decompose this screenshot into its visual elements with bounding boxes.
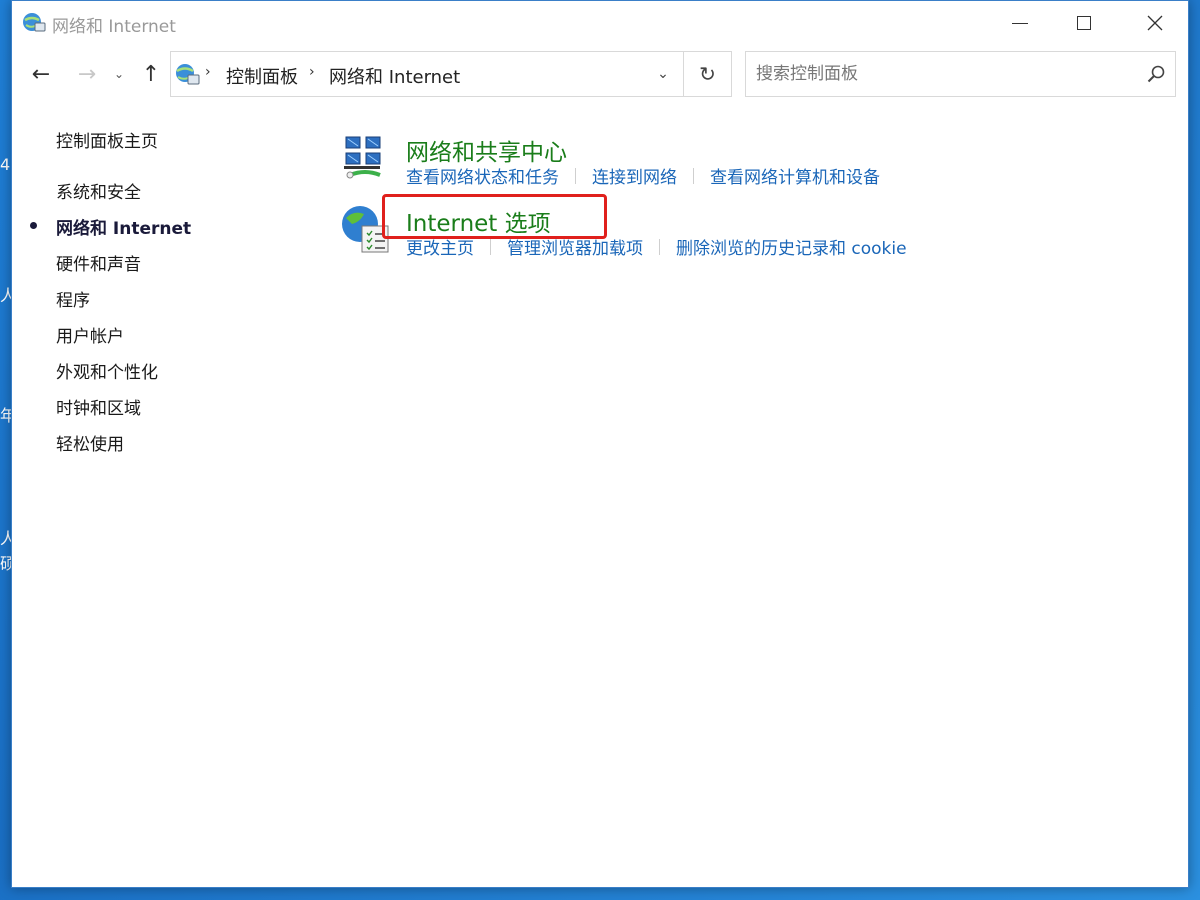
sidebar-item-system-security[interactable]: 系统和安全 xyxy=(56,178,141,203)
sidebar-item-network-internet[interactable]: 网络和 Internet xyxy=(56,214,191,239)
title-bar[interactable]: 网络和 Internet xyxy=(12,1,1188,45)
breadcrumb-network-internet[interactable]: 网络和 Internet xyxy=(329,63,460,89)
link-view-network-computers[interactable]: 查看网络计算机和设备 xyxy=(710,163,880,188)
back-arrow-icon: ← xyxy=(31,61,51,87)
category-title-network-sharing[interactable]: 网络和共享中心 xyxy=(406,133,567,167)
sidebar-item-hardware-sound[interactable]: 硬件和声音 xyxy=(56,250,141,275)
refresh-button[interactable]: ↻ xyxy=(683,52,731,96)
active-bullet-icon xyxy=(30,222,37,229)
minimize-icon xyxy=(1012,22,1028,24)
desktop-text-fragment: 4 xyxy=(0,155,11,174)
breadcrumb-separator[interactable]: › xyxy=(309,64,315,80)
network-sharing-icon[interactable] xyxy=(340,133,390,183)
link-divider xyxy=(490,238,491,255)
highlight-annotation xyxy=(382,194,607,239)
breadcrumb-separator[interactable]: › xyxy=(205,64,211,80)
navigation-bar: ← → ⌄ ↑ › 控制面板 › 网络和 Internet ⌄ ↻ 搜索控制面板 xyxy=(12,49,1188,99)
chevron-down-icon: ⌄ xyxy=(657,66,669,82)
sidebar-item-home[interactable]: 控制面板主页 xyxy=(56,127,158,152)
close-icon xyxy=(1147,15,1163,31)
link-divider xyxy=(659,238,660,255)
window-title: 网络和 Internet xyxy=(52,17,176,37)
address-bar[interactable]: › 控制面板 › 网络和 Internet ⌄ ↻ xyxy=(170,51,732,97)
search-input[interactable] xyxy=(746,52,1136,96)
minimize-button[interactable] xyxy=(997,1,1043,45)
up-button[interactable]: ↑ xyxy=(136,59,166,89)
recent-locations-button[interactable]: ⌄ xyxy=(110,59,128,89)
forward-arrow-icon: → xyxy=(77,61,97,87)
link-divider xyxy=(693,167,694,184)
forward-button[interactable]: → xyxy=(72,59,102,89)
search-box[interactable] xyxy=(745,51,1176,97)
refresh-icon: ↻ xyxy=(699,62,716,86)
control-panel-icon xyxy=(176,64,200,85)
breadcrumb-control-panel[interactable]: 控制面板 xyxy=(226,63,298,89)
network-globe-icon xyxy=(23,13,46,32)
maximize-button[interactable] xyxy=(1061,1,1107,45)
maximize-icon xyxy=(1077,16,1091,30)
up-arrow-icon: ↑ xyxy=(141,61,161,87)
sidebar-item-user-accounts[interactable]: 用户帐户 xyxy=(56,322,124,347)
address-dropdown-button[interactable]: ⌄ xyxy=(643,52,683,96)
link-view-network-status[interactable]: 查看网络状态和任务 xyxy=(406,163,559,188)
close-button[interactable] xyxy=(1132,1,1178,45)
link-delete-history[interactable]: 删除浏览的历史记录和 cookie xyxy=(676,234,907,259)
search-icon[interactable] xyxy=(1146,64,1166,84)
sidebar-item-programs[interactable]: 程序 xyxy=(56,286,90,311)
sidebar-item-appearance[interactable]: 外观和个性化 xyxy=(56,358,158,383)
chevron-down-icon: ⌄ xyxy=(113,67,125,81)
back-button[interactable]: ← xyxy=(26,59,56,89)
link-connect-to-network[interactable]: 连接到网络 xyxy=(592,163,677,188)
sidebar-item-ease-of-access[interactable]: 轻松使用 xyxy=(56,430,124,455)
sidebar-item-clock-region[interactable]: 时钟和区域 xyxy=(56,394,141,419)
link-divider xyxy=(575,167,576,184)
control-panel-window: 网络和 Internet ← → ⌄ ↑ › 控制面板 › 网络和 Intern… xyxy=(11,0,1189,888)
category-links: 查看网络状态和任务 连接到网络 查看网络计算机和设备 xyxy=(406,163,880,188)
